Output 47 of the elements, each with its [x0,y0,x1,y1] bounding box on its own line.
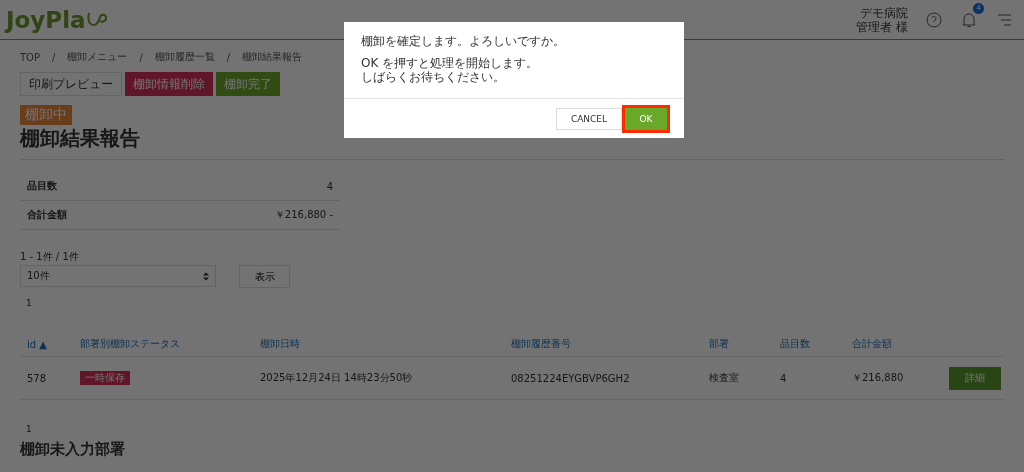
column-header[interactable]: 棚卸日時 [260,337,511,351]
print-preview-button[interactable]: 印刷プレビュー [20,72,122,96]
detail-button[interactable]: 詳細 [949,366,1001,390]
page-number[interactable]: 1 [20,298,1005,308]
complete-button[interactable]: 棚卸完了 [216,72,280,96]
table-cell-text: 08251224EYGBVP6GH2 [511,372,631,384]
stethoscope-icon [85,10,108,29]
summary-value: 4 [326,180,333,192]
table-cell-text: 2025年12月24日 14時23分50秒 [260,371,414,385]
summary-value: ￥216,880 - [274,208,333,222]
delete-button[interactable]: 棚卸情報削除 [125,72,213,96]
breadcrumb-separator: / [139,51,143,63]
bell-icon[interactable] [960,10,978,29]
per-page-select[interactable]: 10件 [20,265,216,287]
page-title: 棚卸結果報告 [20,125,141,151]
ok-button[interactable]: OK [625,107,667,130]
cancel-button[interactable]: CANCEL [556,107,622,130]
column-header[interactable]: 合計金額 [852,337,949,351]
logo: JoyPla [6,6,86,33]
table-cell-text: 4 [780,372,788,384]
breadcrumb-link[interactable]: TOP [20,51,40,63]
section-heading: 棚卸未入力部署 [20,440,126,458]
summary-label: 合計金額 [27,208,67,222]
show-button[interactable]: 表示 [239,265,290,288]
result-range: 1 - 1件 / 1件 [20,250,80,264]
page-number[interactable]: 1 [20,424,1005,434]
breadcrumb-separator: / [52,51,56,63]
summary-label: 品目数 [27,179,57,193]
menu-icon[interactable] [996,13,1012,26]
dialog-message: しばらくお待ちください。 [361,70,506,84]
breadcrumb-separator: / [226,51,231,63]
table-cell-text: 検査室 [709,371,740,385]
column-header[interactable]: 部署別棚卸ステータス [80,337,260,351]
user-name: 管理者 様 [856,19,908,34]
table-cell-text: 578 [27,372,48,384]
column-header[interactable]: id ▲ [27,338,80,350]
column-header[interactable]: 棚卸履歴番号 [511,337,709,351]
help-icon[interactable] [926,11,942,28]
table-cell-text: ￥216,880 [852,371,905,385]
column-header[interactable]: 品目数 [780,337,852,351]
breadcrumb-link[interactable]: 棚卸メニュー [67,50,128,64]
dialog-message: 棚卸を確定します。よろしいですか。 [361,34,566,48]
status-badge: 棚卸中 [20,105,72,125]
column-header[interactable]: 部署 [709,337,780,351]
dialog-message: OK を押すと処理を開始します。 [361,56,540,70]
hospital-name: デモ病院 [860,5,908,20]
sort-caret-icon [203,271,209,281]
